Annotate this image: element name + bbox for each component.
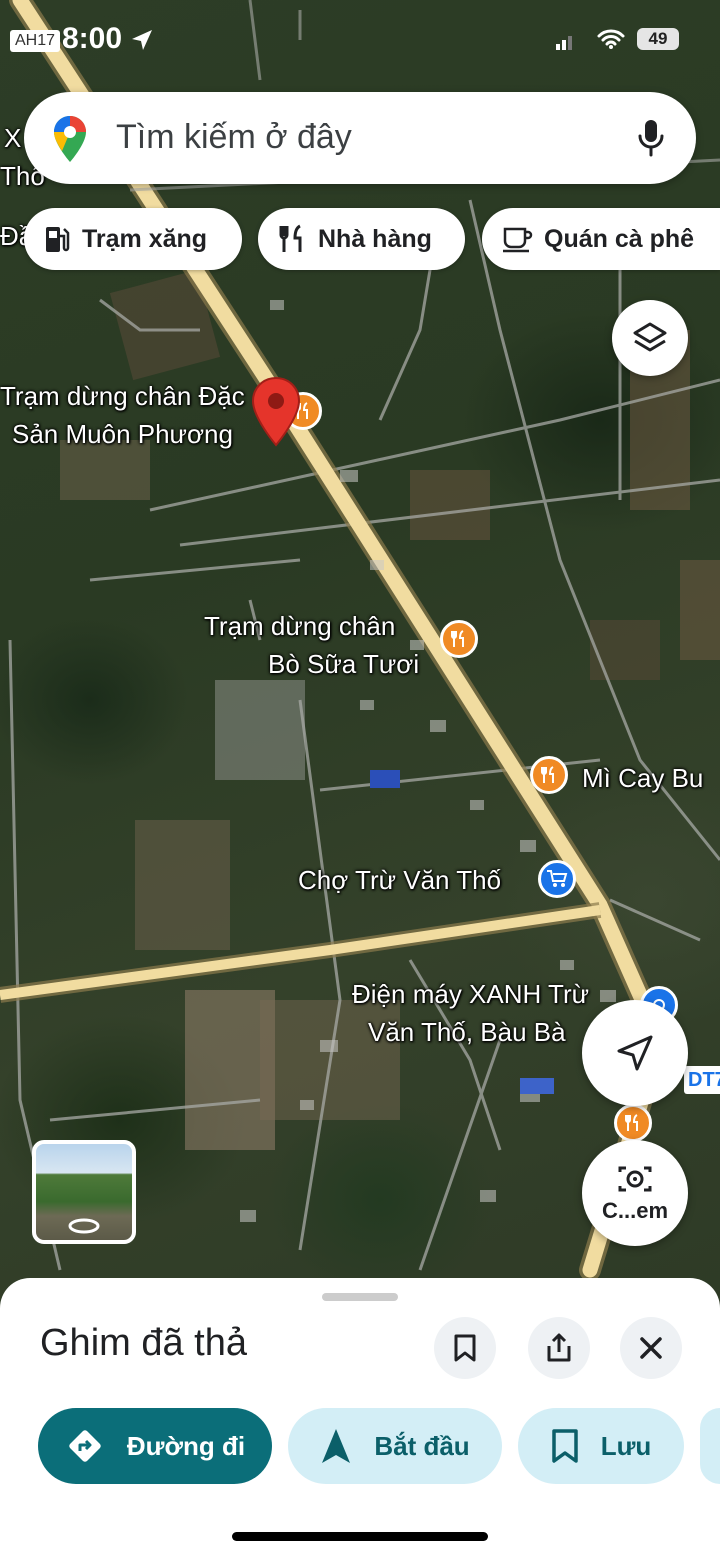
home-indicator <box>232 1532 488 1541</box>
layers-icon <box>633 322 667 352</box>
battery-indicator: 49 <box>637 28 679 50</box>
layers-button[interactable] <box>612 300 688 376</box>
close-icon <box>640 1337 662 1359</box>
shopping-marker[interactable] <box>538 860 576 898</box>
bookmark-icon <box>454 1334 476 1362</box>
share-icon <box>547 1333 571 1362</box>
start-label: Bắt đầu <box>374 1430 470 1461</box>
poi-label-muon-phuong-1[interactable]: Trạm dừng chân Đặc <box>0 378 245 414</box>
chip-gas-station[interactable]: Trạm xăng <box>24 208 242 270</box>
status-bar: 8:00 AH17 49 <box>0 0 720 80</box>
directions-label: Đường đi <box>126 1430 246 1461</box>
fork-knife-icon <box>625 1114 638 1131</box>
share-button[interactable] <box>528 1317 590 1379</box>
chip-label: Nhà hàng <box>318 224 432 253</box>
search-input[interactable]: Tìm kiếm ở đây <box>116 118 352 157</box>
fork-knife-icon <box>541 766 554 783</box>
coffee-icon <box>503 227 533 253</box>
close-button[interactable] <box>620 1317 682 1379</box>
gas-station-icon <box>46 227 70 252</box>
restaurant-marker[interactable] <box>530 756 568 794</box>
camera-button-label: C...em <box>601 1198 669 1223</box>
wifi-icon <box>597 29 625 49</box>
more-action-button[interactable] <box>700 1408 720 1484</box>
my-location-button[interactable] <box>582 1000 688 1106</box>
microphone-icon[interactable] <box>636 118 666 158</box>
search-bar[interactable]: Tìm kiếm ở đây <box>24 92 696 184</box>
chip-restaurant[interactable]: Nhà hàng <box>258 208 465 270</box>
sheet-title: Ghim đã thả <box>40 1322 247 1364</box>
poi-label-muon-phuong-2[interactable]: Sản Muôn Phương <box>12 416 233 452</box>
status-time: 8:00 <box>62 22 123 55</box>
google-maps-logo-icon <box>54 116 86 162</box>
poi-label-mi-cay[interactable]: Mì Cay Bu <box>582 760 703 796</box>
save-place-label: Lưu <box>600 1430 652 1461</box>
start-button[interactable]: Bắt đầu <box>288 1408 502 1484</box>
poi-label-dien-may-xanh-2[interactable]: Văn Thố, Bàu Bà <box>368 1014 566 1050</box>
rotate-360-icon <box>68 1218 100 1234</box>
navigation-arrow-icon <box>322 1429 351 1463</box>
camera-search-button[interactable]: C...em <box>582 1140 688 1246</box>
location-arrow-icon <box>132 30 152 50</box>
save-button[interactable] <box>434 1317 496 1379</box>
chip-coffee[interactable]: Quán cà phê <box>482 208 720 270</box>
shopping-cart-icon <box>547 870 568 887</box>
navigation-arrow-icon <box>617 1035 653 1071</box>
dropped-pin-icon[interactable] <box>250 376 302 448</box>
directions-button[interactable]: Đường đi <box>38 1408 272 1484</box>
save-place-button[interactable]: Lưu <box>518 1408 684 1484</box>
chip-label: Trạm xăng <box>82 224 208 253</box>
signal-icon <box>556 36 572 50</box>
poi-label-dien-may-xanh-1[interactable]: Điện máy XANH Trừ <box>352 976 589 1012</box>
bookmark-icon <box>551 1429 578 1463</box>
directions-icon <box>69 1430 101 1462</box>
restaurant-marker[interactable] <box>614 1104 652 1142</box>
camera-icon <box>618 1166 652 1192</box>
street-view-thumbnail[interactable] <box>32 1140 136 1244</box>
poi-label-cho-tru-van-tho[interactable]: Chợ Trừ Văn Thố <box>298 862 501 898</box>
map-edge-label: X <box>4 123 22 153</box>
chip-label: Quán cà phê <box>544 224 695 253</box>
road-badge: DT7 <box>684 1066 720 1094</box>
poi-label-bo-sua-2[interactable]: Bò Sữa Tươi <box>268 646 419 682</box>
carrier-badge: AH17 <box>10 30 61 52</box>
restaurant-icon <box>279 224 302 252</box>
restaurant-marker[interactable] <box>440 620 478 658</box>
poi-label-bo-sua-1[interactable]: Trạm dừng chân <box>204 608 395 644</box>
sheet-drag-handle[interactable] <box>322 1293 398 1301</box>
fork-knife-icon <box>451 630 464 647</box>
